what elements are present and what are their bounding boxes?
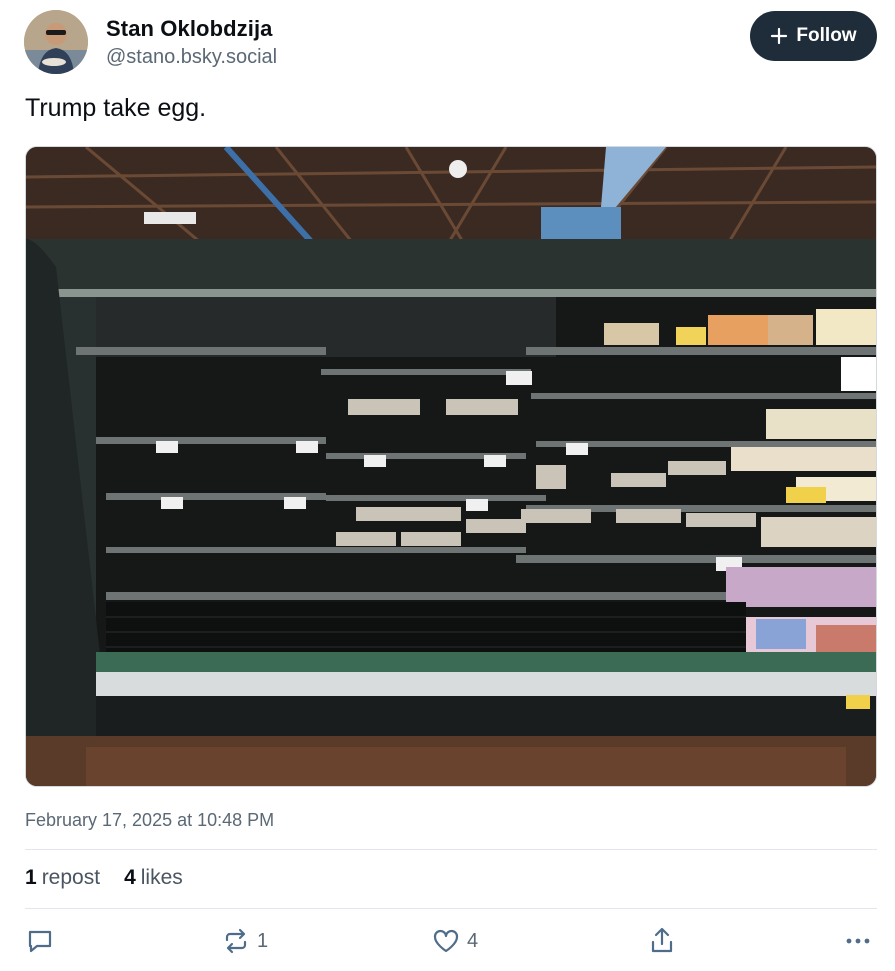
reply-button[interactable] <box>25 926 55 956</box>
likes-count: 4 <box>124 866 136 889</box>
heart-icon <box>433 929 459 953</box>
reply-icon <box>28 930 52 953</box>
author-avatar[interactable] <box>24 10 88 74</box>
post-timestamp[interactable]: February 17, 2025 at 10:48 PM <box>25 810 274 831</box>
more-icon <box>846 938 870 944</box>
likes-label: likes <box>140 866 183 889</box>
engagement-stats: 1 repost 4 likes <box>25 866 183 890</box>
author-handle[interactable]: @stano.bsky.social <box>106 46 277 69</box>
post-text: Trump take egg. <box>25 94 207 122</box>
plus-icon <box>771 27 788 45</box>
share-button[interactable] <box>647 926 677 956</box>
follow-button-label: Follow <box>796 25 857 46</box>
more-button[interactable] <box>843 926 873 956</box>
reposts-stat[interactable]: 1 repost <box>25 866 100 890</box>
reposts-label: repost <box>41 866 101 889</box>
action-bar: 1 4 <box>25 926 877 966</box>
follow-button[interactable]: Follow <box>750 11 877 61</box>
reposts-count: 1 <box>25 866 37 889</box>
like-button[interactable]: 4 <box>431 926 478 956</box>
divider-top <box>25 849 877 850</box>
repost-icon <box>225 928 247 954</box>
share-icon <box>651 927 673 953</box>
repost-count: 1 <box>257 929 269 952</box>
post-image[interactable] <box>25 146 877 787</box>
post-header: Stan Oklobdzija @stano.bsky.social Follo… <box>24 10 877 76</box>
like-count: 4 <box>467 929 479 952</box>
likes-stat[interactable]: 4 likes <box>124 866 183 890</box>
author-name[interactable]: Stan Oklobdzija <box>106 16 273 42</box>
grocery-store-empty-egg-shelves-photo <box>26 147 876 786</box>
divider-bottom <box>25 908 877 909</box>
repost-button[interactable]: 1 <box>221 926 268 956</box>
